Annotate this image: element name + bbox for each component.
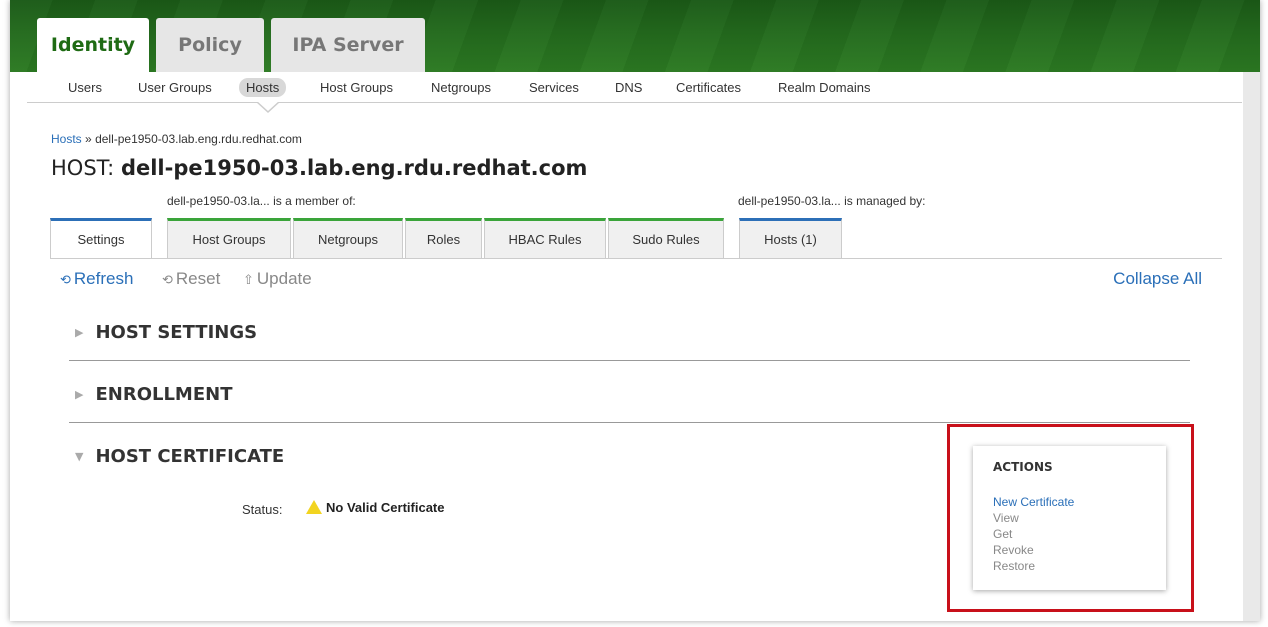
expand-arrow-icon: ▶ (75, 388, 84, 401)
tab-policy[interactable]: Policy (156, 18, 264, 72)
facet-tab-sudo-rules[interactable]: Sudo Rules (608, 218, 724, 258)
subnav-services[interactable]: Services (529, 78, 579, 97)
refresh-button[interactable]: ⟲ Refresh (60, 269, 133, 289)
breadcrumb: Hosts » dell-pe1950-03.lab.eng.rdu.redha… (51, 132, 302, 146)
managed-by-label: dell-pe1950-03.la... is managed by: (738, 194, 926, 208)
action-get[interactable]: Get (993, 527, 1012, 541)
facet-tab-roles[interactable]: Roles (405, 218, 482, 258)
right-margin (1243, 72, 1260, 621)
expand-arrow-icon: ▶ (75, 326, 84, 339)
actions-panel: ACTIONS New Certificate View Get Revoke … (973, 446, 1166, 590)
section-host-certificate[interactable]: ▼ HOST CERTIFICATE (75, 446, 284, 467)
section-host-settings[interactable]: ▶ HOST SETTINGS (75, 322, 257, 343)
update-label: Update (256, 269, 312, 288)
facet-tab-hbac-rules[interactable]: HBAC Rules (484, 218, 606, 258)
breadcrumb-separator: » (85, 132, 92, 146)
subnav-users[interactable]: Users (68, 78, 102, 97)
section-host-certificate-title: HOST CERTIFICATE (95, 446, 285, 467)
active-nav-pointer (256, 101, 280, 113)
facet-tab-managed-hosts[interactable]: Hosts (1) (739, 218, 842, 258)
facet-tab-netgroups[interactable]: Netgroups (293, 218, 403, 258)
breadcrumb-hosts-link[interactable]: Hosts (51, 132, 82, 146)
action-view[interactable]: View (993, 511, 1019, 525)
tab-identity[interactable]: Identity (37, 18, 149, 72)
status-value-text: No Valid Certificate (326, 500, 445, 515)
tab-identity-label: Identity (50, 34, 136, 56)
subnav-certificates[interactable]: Certificates (676, 78, 741, 97)
section-divider (69, 422, 1190, 423)
status-value: No Valid Certificate (306, 500, 444, 515)
page-title: HOST: dell-pe1950-03.lab.eng.rdu.redhat.… (51, 156, 587, 180)
section-host-settings-title: HOST SETTINGS (95, 322, 258, 343)
tab-ipa-server-label: IPA Server (292, 34, 404, 56)
subnav-dns[interactable]: DNS (615, 78, 642, 97)
collapse-arrow-icon: ▼ (75, 450, 84, 463)
page-title-prefix: HOST: (51, 156, 115, 180)
section-enrollment[interactable]: ▶ ENROLLMENT (75, 384, 232, 405)
action-revoke[interactable]: Revoke (993, 543, 1034, 557)
page-title-hostname: dell-pe1950-03.lab.eng.rdu.redhat.com (120, 156, 588, 180)
collapse-all-link[interactable]: Collapse All (1113, 269, 1202, 289)
subnav-user-groups[interactable]: User Groups (138, 78, 212, 97)
sub-navigation: Users User Groups Hosts Host Groups Netg… (27, 72, 1242, 103)
refresh-label: Refresh (73, 269, 134, 288)
tab-policy-label: Policy (178, 34, 242, 56)
facet-tab-host-groups[interactable]: Host Groups (167, 218, 291, 258)
update-icon: ⇧ (243, 272, 254, 287)
member-of-label: dell-pe1950-03.la... is a member of: (167, 194, 356, 208)
reset-label: Reset (175, 269, 221, 288)
subnav-hosts[interactable]: Hosts (239, 78, 287, 97)
reset-button[interactable]: ⟲ Reset (162, 269, 220, 289)
status-label: Status: (242, 502, 283, 517)
facet-tab-settings[interactable]: Settings (50, 218, 152, 258)
tab-ipa-server[interactable]: IPA Server (271, 18, 425, 72)
action-restore[interactable]: Restore (993, 559, 1035, 573)
warning-icon (306, 500, 322, 514)
section-divider (69, 360, 1190, 361)
subnav-host-groups[interactable]: Host Groups (320, 78, 393, 97)
actions-title: ACTIONS (993, 460, 1053, 474)
subnav-netgroups[interactable]: Netgroups (431, 78, 491, 97)
action-new-certificate[interactable]: New Certificate (993, 495, 1074, 509)
subnav-realm-domains[interactable]: Realm Domains (778, 78, 870, 97)
update-button[interactable]: ⇧ Update (243, 269, 312, 289)
section-enrollment-title: ENROLLMENT (95, 384, 233, 405)
app-window: Identity Policy IPA Server Users User Gr… (10, 0, 1260, 621)
reset-icon: ⟲ (162, 272, 173, 287)
refresh-icon: ⟲ (60, 272, 71, 287)
tab-divider (50, 258, 1222, 259)
breadcrumb-current: dell-pe1950-03.lab.eng.rdu.redhat.com (95, 132, 302, 146)
